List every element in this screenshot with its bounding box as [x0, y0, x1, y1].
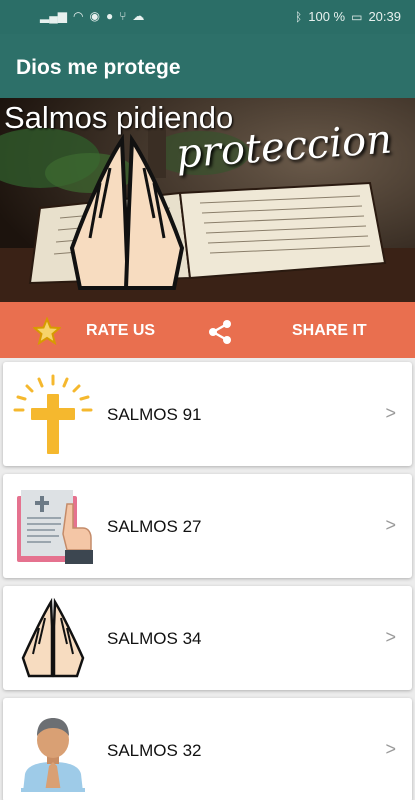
action-bar: RATE US SHARE IT	[0, 302, 415, 358]
list-item-label: SALMOS 34	[107, 629, 202, 648]
cloud-icon: ☁	[132, 9, 145, 23]
app-bar: Dios me protege	[0, 34, 415, 98]
list-item[interactable]: SALMOS 32 >	[3, 698, 412, 800]
list-item-label: SALMOS 91	[107, 405, 202, 424]
share-it-button[interactable]: SHARE IT	[292, 322, 367, 340]
app-notification-icon: ●	[105, 9, 114, 23]
list-item-label: SALMOS 27	[107, 517, 202, 536]
chevron-right-icon: >	[385, 627, 396, 647]
eye-icon: ◉	[89, 9, 100, 23]
list-item[interactable]: SALMOS 27 >	[3, 474, 412, 578]
status-bar: ▂▄▆ ◠ ◉ ● ⑂ ☁ ᛒ 100 % ▭ 20:39	[0, 0, 415, 34]
page-title: Dios me protege	[16, 56, 181, 79]
clock: 20:39	[368, 9, 401, 24]
battery-icon: ▭	[351, 9, 363, 24]
status-icons-right: ᛒ 100 % ▭ 20:39	[295, 9, 401, 24]
rate-us-button[interactable]: RATE US	[86, 322, 155, 340]
praying-hands-icon	[21, 597, 85, 678]
signal-icon: ▂▄▆	[40, 9, 67, 23]
praying-man-icon	[21, 718, 85, 792]
chevron-right-icon: >	[385, 403, 396, 423]
bible-hand-icon	[17, 490, 93, 564]
wifi-icon: ◠	[72, 9, 84, 23]
chevron-right-icon: >	[385, 515, 396, 535]
list-item[interactable]: SALMOS 34 >	[3, 586, 412, 690]
share-icon[interactable]	[207, 319, 233, 345]
star-icon[interactable]	[33, 317, 61, 345]
cross-icon	[13, 374, 93, 454]
status-icons-left: ▂▄▆ ◠ ◉ ● ⑂ ☁	[40, 9, 144, 23]
hero-banner: Salmos pidiendo proteccion	[0, 98, 415, 302]
chevron-right-icon: >	[385, 739, 396, 759]
battery-percent: 100 %	[308, 9, 346, 24]
bluetooth-icon: ᛒ	[295, 9, 303, 24]
usb-icon: ⑂	[119, 9, 127, 23]
list-item[interactable]: SALMOS 91 >	[3, 362, 412, 466]
list-item-label: SALMOS 32	[107, 741, 202, 760]
